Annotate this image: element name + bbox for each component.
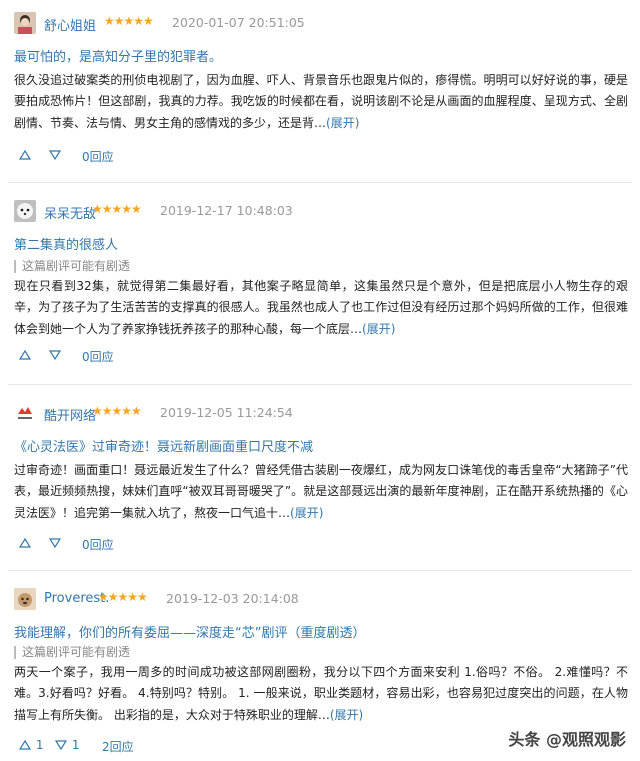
rating-stars: ★★★★★ <box>92 202 142 216</box>
upvote-count: 1 <box>35 738 44 752</box>
vote-bar: 0回应 <box>14 348 414 366</box>
triangle-up-icon <box>18 149 32 160</box>
review-title[interactable]: 最可怕的，是高知分子里的犯罪者。 <box>14 46 222 65</box>
expand-link[interactable]: (展开) <box>326 116 359 130</box>
username[interactable]: 舒心姐姐 <box>44 15 96 34</box>
watermark: 头条 @观照观影 <box>508 730 626 749</box>
review-body: 很久没追过破案类的刑侦电视剧了，因为血腥、吓人、背景音乐也跟鬼片似的，瘆得慌。明… <box>14 70 628 134</box>
spoiler-notice: 这篇剧评可能有剧透 <box>14 260 130 273</box>
vote-bar: 1 1 2回应 <box>14 738 414 756</box>
review-body: 两天一个案子，我用一周多的时间成功被这部网剧圈粉，我分以下四个方面来安利 1.俗… <box>14 662 628 726</box>
triangle-down-icon <box>48 538 62 549</box>
rating-stars: ★★★★★ <box>98 590 148 604</box>
username[interactable]: 酷开网络 <box>44 405 96 424</box>
review-date: 2020-01-07 20:51:05 <box>172 15 305 30</box>
triangle-down-icon <box>54 740 68 751</box>
review-item: 舒心姐姐 ★★★★★ 2020-01-07 20:51:05 最可怕的，是高知分… <box>14 12 628 172</box>
review-text: 两天一个案子，我用一周多的时间成功被这部网剧圈粉，我分以下四个方面来安利 1.俗… <box>14 665 628 722</box>
downvote-button[interactable] <box>48 348 62 362</box>
replies-link[interactable]: 0回应 <box>82 536 114 553</box>
triangle-up-icon <box>18 537 32 548</box>
review-header: 酷开网络 ★★★★★ 2019-12-05 11:24:54 <box>14 402 626 428</box>
review-title[interactable]: 我能理解，你们的所有委屈——深度走“芯”剧评（重度剧透） <box>14 622 365 641</box>
expand-link[interactable]: (展开) <box>362 322 395 336</box>
rating-stars: ★★★★★ <box>104 14 154 28</box>
review-title[interactable]: 第二集真的很感人 <box>14 234 118 253</box>
review-header: Proverest. ★★★★★ 2019-12-03 20:14:08 <box>14 588 626 614</box>
expand-link[interactable]: (展开) <box>290 506 323 520</box>
review-item: 酷开网络 ★★★★★ 2019-12-05 11:24:54 《心灵法医》过审奇… <box>14 402 628 562</box>
downvote-button[interactable] <box>48 536 62 550</box>
replies-link[interactable]: 2回应 <box>102 738 134 755</box>
avatar[interactable] <box>14 588 36 610</box>
username[interactable]: 呆呆无敌 <box>44 203 96 222</box>
expand-link[interactable]: (展开) <box>330 708 363 722</box>
upvote-button[interactable] <box>18 348 32 362</box>
triangle-down-icon <box>48 150 62 161</box>
review-text: 现在只看到32集，就觉得第二集最好看，其他案子略显简单，这集虽然只是个意外，但是… <box>14 279 628 336</box>
upvote-button[interactable] <box>18 536 32 550</box>
downvote-button[interactable] <box>48 148 62 162</box>
replies-link[interactable]: 0回应 <box>82 148 114 165</box>
upvote-button[interactable]: 1 <box>18 738 43 752</box>
triangle-up-icon <box>18 349 32 360</box>
review-body: 过审奇迹！画面重口！聂远最近发生了什么？曾经凭借古装剧一夜爆红，成为网友口诛笔伐… <box>14 460 628 524</box>
vote-bar: 0回应 <box>14 536 414 554</box>
review-item: 呆呆无敌 ★★★★★ 2019-12-17 10:48:03 第二集真的很感人 … <box>14 200 628 380</box>
triangle-up-icon <box>18 739 32 750</box>
divider <box>8 384 632 385</box>
rating-stars: ★★★★★ <box>92 404 142 418</box>
review-header: 舒心姐姐 ★★★★★ 2020-01-07 20:51:05 <box>14 12 626 38</box>
review-body: 现在只看到32集，就觉得第二集最好看，其他案子略显简单，这集虽然只是个意外，但是… <box>14 276 628 340</box>
review-date: 2019-12-03 20:14:08 <box>166 591 299 606</box>
spoiler-notice: 这篇剧评可能有剧透 <box>14 646 130 659</box>
triangle-down-icon <box>48 350 62 361</box>
divider <box>8 570 632 571</box>
review-text: 很久没追过破案类的刑侦电视剧了，因为血腥、吓人、背景音乐也跟鬼片似的，瘆得慌。明… <box>14 73 628 130</box>
review-date: 2019-12-05 11:24:54 <box>160 405 293 420</box>
avatar[interactable] <box>14 402 36 424</box>
downvote-button[interactable]: 1 <box>54 738 79 752</box>
downvote-count: 1 <box>71 738 80 752</box>
replies-link[interactable]: 0回应 <box>82 348 114 365</box>
review-header: 呆呆无敌 ★★★★★ 2019-12-17 10:48:03 <box>14 200 626 226</box>
review-date: 2019-12-17 10:48:03 <box>160 203 293 218</box>
divider <box>8 182 632 183</box>
upvote-button[interactable] <box>18 148 32 162</box>
review-title[interactable]: 《心灵法医》过审奇迹！聂远新剧画面重口尺度不减 <box>14 436 313 455</box>
vote-bar: 0回应 <box>14 148 414 166</box>
avatar[interactable] <box>14 200 36 222</box>
avatar[interactable] <box>14 12 36 34</box>
